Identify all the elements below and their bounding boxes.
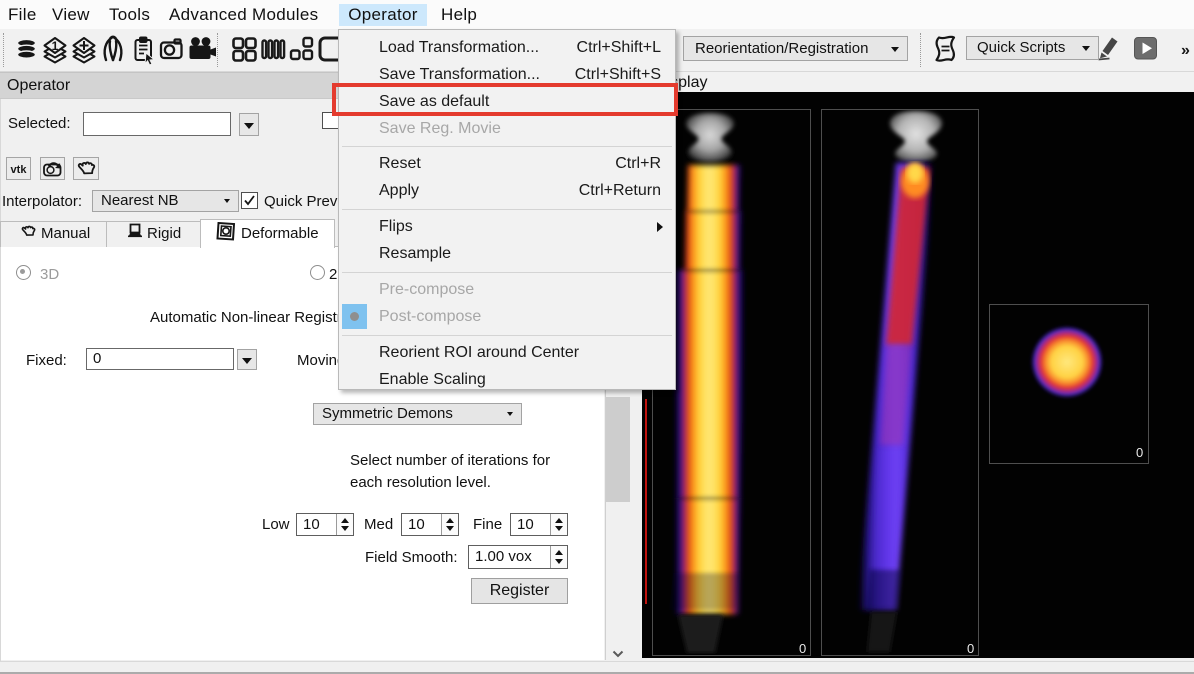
svg-text:1: 1 bbox=[52, 39, 59, 53]
svg-text:vtk: vtk bbox=[11, 164, 28, 176]
svg-text:»: » bbox=[1181, 42, 1190, 59]
